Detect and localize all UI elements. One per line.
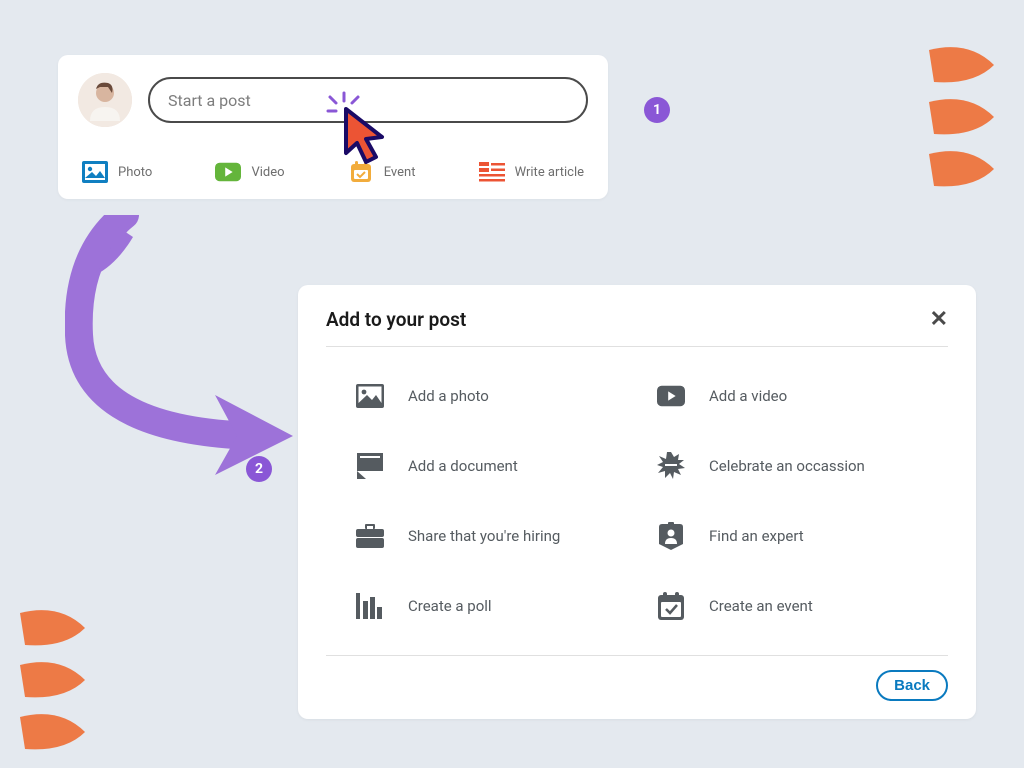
event-action[interactable]: Event <box>348 161 416 183</box>
article-icon <box>479 161 505 183</box>
document-icon <box>356 453 384 479</box>
option-label: Add a video <box>709 387 787 405</box>
option-label: Add a photo <box>408 387 489 405</box>
option-create-event[interactable]: Create an event <box>657 593 938 619</box>
photo-action[interactable]: Photo <box>82 161 152 183</box>
option-label: Share that you're hiring <box>408 527 560 545</box>
avatar[interactable] <box>78 73 132 127</box>
start-post-card: Start a post Photo Vi <box>58 55 608 199</box>
video-play-icon <box>657 383 685 409</box>
burst-icon <box>657 453 685 479</box>
briefcase-icon <box>356 523 384 549</box>
video-label: Video <box>251 165 284 180</box>
start-post-input[interactable]: Start a post <box>148 77 588 123</box>
event-icon <box>348 161 374 183</box>
video-icon <box>215 161 241 183</box>
brand-logo-top-right <box>919 40 1009 200</box>
option-add-video[interactable]: Add a video <box>657 383 938 409</box>
bar-chart-icon <box>356 593 384 619</box>
option-label: Celebrate an occassion <box>709 457 865 475</box>
option-label: Add a document <box>408 457 518 475</box>
flow-arrow-icon <box>65 215 325 489</box>
back-button[interactable]: Back <box>876 670 948 701</box>
option-create-poll[interactable]: Create a poll <box>356 593 637 619</box>
option-add-document[interactable]: Add a document <box>356 453 637 479</box>
option-find-expert[interactable]: Find an expert <box>657 523 938 549</box>
brand-logo-bottom-left <box>10 603 100 763</box>
article-label: Write article <box>515 165 584 180</box>
event-label: Event <box>384 165 416 180</box>
step-badge-1: 1 <box>644 97 670 123</box>
option-add-photo[interactable]: Add a photo <box>356 383 637 409</box>
photo-label: Photo <box>118 165 152 180</box>
option-label: Create an event <box>709 597 813 615</box>
start-post-placeholder: Start a post <box>168 91 251 110</box>
card2-title: Add to your post <box>326 308 466 331</box>
option-hiring[interactable]: Share that you're hiring <box>356 523 637 549</box>
add-to-post-card: Add to your post ✕ Add a photo Add a vid… <box>298 285 976 719</box>
option-label: Create a poll <box>408 597 492 615</box>
article-action[interactable]: Write article <box>479 161 584 183</box>
person-badge-icon <box>657 523 685 549</box>
calendar-check-icon <box>657 593 685 619</box>
option-celebrate[interactable]: Celebrate an occassion <box>657 453 938 479</box>
close-icon[interactable]: ✕ <box>930 307 948 332</box>
option-label: Find an expert <box>709 527 804 545</box>
image-icon <box>356 383 384 409</box>
photo-icon <box>82 161 108 183</box>
video-action[interactable]: Video <box>215 161 284 183</box>
